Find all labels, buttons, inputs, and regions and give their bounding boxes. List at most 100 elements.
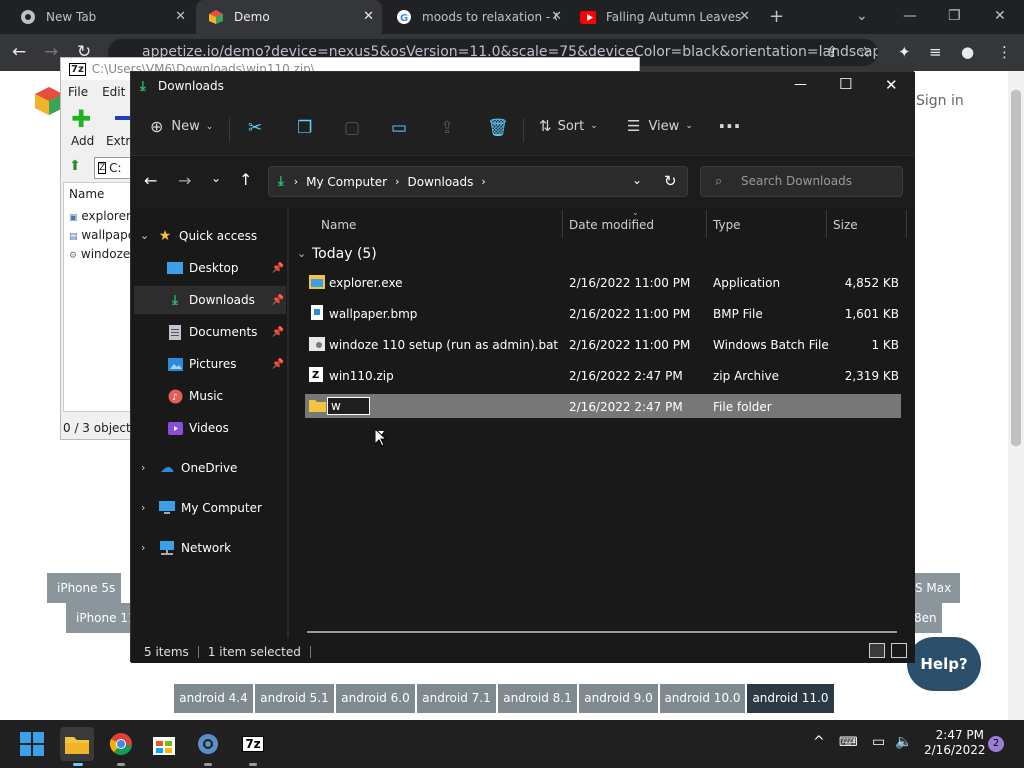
media-queue-icon[interactable]: ≡ bbox=[929, 43, 942, 61]
close-tab-icon[interactable]: ✕ bbox=[739, 9, 750, 24]
bookmark-star-icon[interactable]: ☆ bbox=[858, 43, 871, 61]
7zip-path-field[interactable]: Z C: bbox=[94, 157, 134, 179]
search-box[interactable]: ⌕ Search Downloads bbox=[700, 166, 903, 197]
more-options-icon[interactable]: ··· bbox=[718, 114, 741, 138]
chrome-taskbar-icon[interactable] bbox=[104, 727, 138, 761]
column-separator[interactable] bbox=[906, 210, 907, 238]
minimize-icon[interactable]: — bbox=[903, 8, 917, 24]
rename-icon[interactable]: ▭ bbox=[391, 118, 407, 138]
tab-demo[interactable]: Demo ✕ bbox=[196, 0, 382, 34]
back-arrow-icon[interactable]: ← bbox=[144, 171, 157, 190]
expand-chevron-icon[interactable]: › bbox=[141, 461, 145, 474]
file-row-selected[interactable]: w 2/16/2022 2:47 PM File folder bbox=[305, 394, 901, 418]
7zip-taskbar-icon[interactable]: 7z bbox=[236, 727, 270, 761]
address-bar[interactable]: ⤓ › My Computer › Downloads › ⌄ ↻ bbox=[268, 166, 688, 197]
address-history-chevron-icon[interactable]: ⌄ bbox=[632, 173, 642, 187]
close-tab-icon[interactable]: ✕ bbox=[363, 9, 374, 24]
recent-chevron-icon[interactable]: ⌄ bbox=[211, 171, 221, 185]
sidebar-quick-access[interactable]: ★ Quick access bbox=[157, 222, 287, 250]
sort-button[interactable]: ⇅ Sort ⌄ bbox=[539, 117, 598, 135]
expand-chevron-icon[interactable]: › bbox=[141, 541, 145, 554]
group-collapse-chevron-icon[interactable]: ⌄ bbox=[297, 247, 306, 260]
new-button[interactable]: ⊕ New ⌄ bbox=[150, 117, 213, 136]
share-icon[interactable]: ⇪ bbox=[440, 118, 454, 138]
group-header-today[interactable]: Today (5) bbox=[312, 246, 377, 262]
android-7-1-button[interactable]: android 7.1 bbox=[417, 684, 496, 713]
notification-badge[interactable]: 2 bbox=[988, 736, 1004, 752]
paste-icon[interactable]: ▢ bbox=[344, 118, 360, 138]
cut-icon[interactable]: ✂ bbox=[248, 118, 262, 138]
breadcrumb-downloads[interactable]: Downloads bbox=[408, 175, 474, 189]
7zip-add-button[interactable]: Add bbox=[71, 134, 94, 148]
back-arrow-icon[interactable]: ← bbox=[12, 42, 26, 62]
expand-chevron-icon[interactable]: › bbox=[141, 501, 145, 514]
microsoft-store-icon[interactable] bbox=[147, 727, 181, 761]
tab-moods-to-relaxation[interactable]: G moods to relaxation - G ✕ bbox=[384, 0, 570, 34]
android-4-4-button[interactable]: android 4.4 bbox=[174, 684, 253, 713]
column-size[interactable]: Size bbox=[833, 218, 858, 232]
android-5-1-button[interactable]: android 5.1 bbox=[255, 684, 334, 713]
7zip-menu-file[interactable]: File bbox=[68, 85, 88, 99]
device-button-iphone-5s[interactable]: iPhone 5s bbox=[47, 573, 121, 603]
start-windows-icon[interactable] bbox=[15, 727, 49, 761]
settings-gear-icon[interactable] bbox=[191, 727, 225, 761]
forward-arrow-icon[interactable]: → bbox=[44, 42, 58, 62]
android-6-0-button[interactable]: android 6.0 bbox=[336, 684, 415, 713]
device-button-max[interactable]: S Max bbox=[913, 573, 960, 603]
sidebar-item-pictures[interactable]: Pictures 📌 bbox=[134, 350, 286, 378]
file-row[interactable]: wallpaper.bmp 2/16/2022 11:00 PM BMP Fil… bbox=[305, 301, 901, 327]
7zip-file-row[interactable]: ▤ wallpape bbox=[69, 228, 135, 242]
close-icon[interactable]: ✕ bbox=[885, 76, 898, 94]
delete-icon[interactable]: 🗑 bbox=[487, 118, 509, 138]
new-tab-plus-icon[interactable]: + bbox=[769, 6, 784, 27]
file-row[interactable]: Z win110.zip 2/16/2022 2:47 PM zip Archi… bbox=[305, 363, 901, 389]
7zip-file-row[interactable]: ⚙ windoze bbox=[69, 247, 130, 261]
tab-search-chevron-icon[interactable]: ⌄ bbox=[856, 8, 868, 24]
column-date-modified[interactable]: Date modified bbox=[569, 218, 654, 232]
profile-avatar-icon[interactable]: ● bbox=[961, 43, 974, 61]
chrome-menu-icon[interactable]: ⋮ bbox=[997, 43, 1012, 61]
device-button-sen[interactable]: 8en bbox=[912, 603, 942, 633]
sidebar-my-computer[interactable]: My Computer bbox=[159, 494, 287, 522]
page-scrollbar-thumb[interactable] bbox=[1011, 90, 1021, 446]
sidebar-item-downloads[interactable]: ⤓ Downloads 📌 bbox=[134, 286, 286, 314]
sidebar-item-music[interactable]: ♪ Music bbox=[134, 382, 286, 410]
rename-input[interactable]: w bbox=[327, 397, 370, 415]
file-explorer-taskbar-icon[interactable] bbox=[60, 727, 94, 761]
android-8-1-button[interactable]: android 8.1 bbox=[498, 684, 577, 713]
tab-falling-autumn-leaves[interactable]: Falling Autumn Leaves ✕ bbox=[572, 0, 758, 34]
close-tab-icon[interactable]: ✕ bbox=[551, 9, 562, 24]
volume-icon[interactable]: 🔈 bbox=[895, 734, 912, 750]
minimize-icon[interactable]: — bbox=[794, 77, 807, 92]
device-button-iphone-11[interactable]: iPhone 11 bbox=[66, 603, 136, 633]
view-button[interactable]: ☰ View ⌄ bbox=[627, 117, 693, 135]
maximize-icon[interactable]: ☐ bbox=[839, 75, 852, 93]
tray-chevron-up-icon[interactable]: ^ bbox=[813, 734, 825, 750]
android-11-0-button[interactable]: android 11.0 bbox=[747, 684, 834, 713]
expand-chevron-icon[interactable]: ⌄ bbox=[140, 229, 149, 242]
copy-icon[interactable]: ❐ bbox=[297, 118, 312, 138]
column-type[interactable]: Type bbox=[713, 218, 741, 232]
up-arrow-icon[interactable]: ↑ bbox=[239, 170, 252, 189]
network-monitor-icon[interactable]: ▭ bbox=[872, 734, 885, 750]
forward-arrow-icon[interactable]: → bbox=[178, 171, 191, 190]
tab-new-tab[interactable]: New Tab ✕ bbox=[8, 0, 194, 34]
7zip-menu-edit[interactable]: Edit bbox=[102, 85, 125, 99]
column-separator[interactable] bbox=[706, 210, 707, 238]
close-tab-icon[interactable]: ✕ bbox=[175, 9, 186, 24]
restore-icon[interactable]: ❐ bbox=[948, 8, 961, 24]
refresh-icon[interactable]: ↻ bbox=[664, 172, 677, 190]
add-plus-icon[interactable]: ✚ bbox=[71, 107, 91, 131]
sidebar-network[interactable]: Network bbox=[159, 534, 287, 562]
column-separator[interactable] bbox=[562, 210, 563, 238]
sidebar-item-videos[interactable]: Videos bbox=[134, 414, 286, 442]
horizontal-scrollbar[interactable] bbox=[307, 631, 897, 633]
file-row[interactable]: explorer.exe 2/16/2022 11:00 PM Applicat… bbox=[305, 270, 901, 296]
column-name[interactable]: Name bbox=[321, 218, 356, 232]
details-view-icon[interactable] bbox=[869, 643, 885, 658]
7zip-file-row[interactable]: ▣ explorer. bbox=[69, 209, 134, 223]
android-10-0-button[interactable]: android 10.0 bbox=[660, 684, 745, 713]
keyboard-icon[interactable]: ⌨ bbox=[839, 735, 858, 750]
clock[interactable]: 2:47 PM 2/16/2022 bbox=[924, 728, 986, 758]
sidebar-item-desktop[interactable]: Desktop 📌 bbox=[134, 254, 286, 282]
